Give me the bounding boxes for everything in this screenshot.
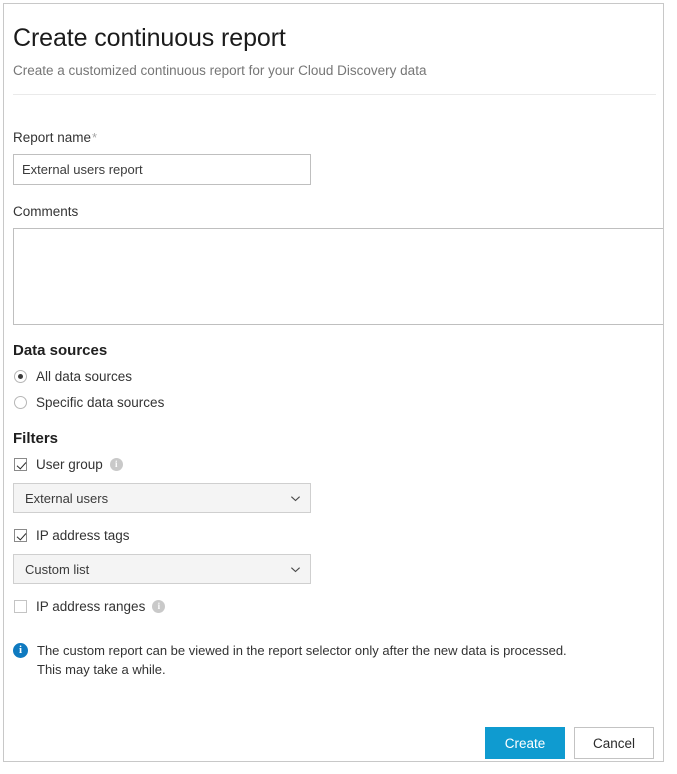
radio-all-data-sources[interactable]: All data sources — [13, 366, 654, 387]
info-note: i The custom report can be viewed in the… — [13, 641, 654, 679]
page-subtitle: Create a customized continuous report fo… — [13, 61, 654, 80]
info-note-line-1: The custom report can be viewed in the r… — [37, 641, 567, 660]
comments-textarea[interactable] — [13, 228, 664, 325]
checkbox-ip-address-ranges[interactable]: IP address ranges i — [13, 596, 654, 617]
radio-all-data-sources-label: All data sources — [36, 368, 132, 386]
user-group-dropdown[interactable]: External users — [13, 483, 311, 513]
header-divider — [13, 94, 656, 95]
required-asterisk: * — [91, 130, 97, 145]
radio-icon-selected[interactable] — [14, 370, 27, 383]
comments-label: Comments — [13, 203, 654, 220]
report-name-label: Report name* — [13, 129, 654, 146]
page-title: Create continuous report — [13, 21, 654, 55]
info-icon-ip-address-ranges[interactable]: i — [152, 600, 165, 613]
checkbox-icon-checked[interactable] — [14, 529, 27, 542]
create-button[interactable]: Create — [485, 727, 565, 759]
cancel-button[interactable]: Cancel — [574, 727, 654, 759]
ip-address-tags-dropdown-value: Custom list — [25, 562, 89, 577]
data-sources-heading: Data sources — [13, 341, 654, 361]
checkbox-ip-address-tags[interactable]: IP address tags — [13, 525, 654, 546]
chevron-down-icon — [290, 493, 301, 504]
create-continuous-report-dialog: Create continuous report Create a custom… — [3, 3, 664, 762]
checkbox-ip-address-tags-label: IP address tags — [36, 527, 130, 545]
info-note-text: The custom report can be viewed in the r… — [37, 641, 567, 679]
report-name-label-text: Report name — [13, 130, 91, 145]
checkbox-ip-address-ranges-label: IP address ranges — [36, 598, 145, 616]
user-group-dropdown-value: External users — [25, 491, 108, 506]
radio-icon-unselected[interactable] — [14, 396, 27, 409]
report-name-input[interactable] — [13, 154, 311, 185]
filters-heading: Filters — [13, 429, 654, 449]
info-icon: i — [13, 643, 28, 658]
checkbox-user-group-label: User group — [36, 456, 103, 474]
chevron-down-icon — [290, 564, 301, 575]
ip-address-tags-dropdown[interactable]: Custom list — [13, 554, 311, 584]
info-icon-user-group[interactable]: i — [110, 458, 123, 471]
checkbox-icon-unchecked[interactable] — [14, 600, 27, 613]
dialog-actions: Create Cancel — [485, 727, 654, 759]
radio-specific-data-sources[interactable]: Specific data sources — [13, 392, 654, 413]
radio-specific-data-sources-label: Specific data sources — [36, 394, 164, 412]
info-note-line-2: This may take a while. — [37, 660, 567, 679]
checkbox-icon-checked[interactable] — [14, 458, 27, 471]
checkbox-user-group[interactable]: User group i — [13, 454, 654, 475]
